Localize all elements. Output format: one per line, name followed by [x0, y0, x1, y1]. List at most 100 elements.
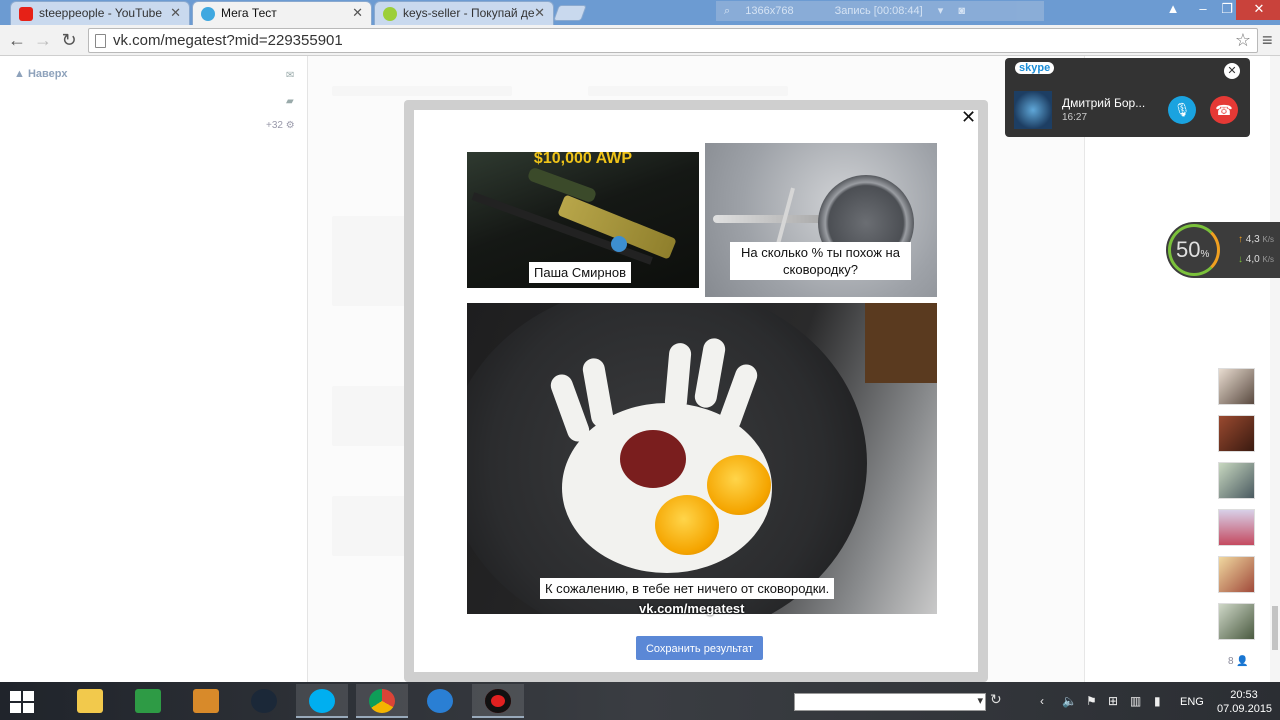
circles-app-icon: [427, 689, 453, 713]
scroll-top-label: Наверх: [27, 68, 68, 80]
close-icon[interactable]: ✕: [352, 2, 363, 24]
taskbar-store[interactable]: [122, 684, 174, 718]
language-indicator[interactable]: ENG: [1180, 696, 1204, 708]
youtube-icon: [19, 7, 33, 21]
friend-avatar[interactable]: [1218, 556, 1255, 593]
chevron-down-icon[interactable]: ▾: [977, 694, 983, 707]
address-bar[interactable]: vk.com/megatest?mid=229355901 ☆: [88, 28, 1258, 53]
url-text: vk.com/megatest?mid=229355901: [113, 32, 343, 49]
tab-title: keys-seller - Покупай де: [403, 6, 535, 20]
eggs-image: [467, 303, 937, 614]
window-close-button[interactable]: ✕: [1236, 0, 1280, 20]
skype-logo: skype: [1015, 62, 1055, 74]
download-arrow-icon: ↓: [1238, 254, 1243, 265]
network-widget: 50% ↑ 4,3 K/s ↓ 4,0 K/s: [1166, 222, 1280, 278]
tab-youtube[interactable]: steeppeople - YouTube ✕: [10, 1, 190, 25]
battery-icon[interactable]: ▮: [1154, 694, 1161, 708]
windows-start-icon[interactable]: [10, 691, 34, 713]
friend-avatar[interactable]: [1218, 462, 1255, 499]
watermark: vk.com/megatest: [639, 601, 745, 616]
volume-icon[interactable]: 🔈: [1062, 694, 1077, 708]
pan-caption: На сколько % ты похож на сковородку?: [730, 242, 911, 280]
rifle-emblem: [611, 236, 627, 252]
bookmark-star-icon[interactable]: ☆: [1235, 30, 1251, 51]
upload-value: 4,3: [1245, 234, 1260, 245]
forward-button[interactable]: →: [32, 29, 54, 51]
taskbar-steam[interactable]: [238, 684, 290, 718]
tab-keys-seller[interactable]: keys-seller - Покупай де ✕: [374, 1, 554, 25]
network-tray-icon[interactable]: ▥: [1130, 694, 1141, 708]
friends-online-count: 8: [1228, 656, 1234, 667]
caller-name: Дмитрий Бор...: [1062, 96, 1146, 110]
load-percent-value: 50: [1176, 237, 1201, 262]
load-percent: 50%: [1176, 237, 1209, 263]
tab-megatest[interactable]: Мега Тест ✕: [192, 1, 372, 25]
camera-icon[interactable]: ◙: [958, 5, 965, 17]
taskbar-csgo[interactable]: [180, 684, 232, 718]
tray-arrow-icon[interactable]: ‹: [1040, 694, 1044, 708]
wooden-dish: [865, 303, 937, 383]
close-icon[interactable]: ✕: [1224, 63, 1240, 79]
browser-toolbar: ← → ↻ vk.com/megatest?mid=229355901 ☆ ≡: [0, 25, 1280, 56]
microphone-icon[interactable]: 🎙: [1168, 96, 1196, 124]
taskbar-chrome[interactable]: [356, 684, 408, 718]
taskbar-recorder[interactable]: [472, 684, 524, 718]
close-icon[interactable]: ✕: [534, 2, 545, 24]
taskbar-app[interactable]: [414, 684, 466, 718]
chrome-icon: [369, 689, 395, 713]
percent-sign: %: [1200, 249, 1210, 260]
page-scrollbar[interactable]: [1270, 56, 1280, 682]
taskbar-file-explorer[interactable]: [64, 684, 116, 718]
upload-speed: ↑ 4,3 K/s: [1238, 234, 1274, 245]
recording-resolution: 1366x768: [745, 5, 794, 17]
friend-avatar[interactable]: [1218, 603, 1255, 640]
notifications-counter[interactable]: +32 ⚙: [266, 120, 295, 131]
system-clock[interactable]: 20:53 07.09.2015: [1217, 688, 1272, 716]
chevron-down-icon[interactable]: ▾: [938, 5, 944, 17]
folder-icon: [77, 689, 103, 713]
friend-avatar[interactable]: [1218, 509, 1255, 546]
upload-arrow-icon: ↑: [1238, 234, 1243, 245]
tab-title: steeppeople - YouTube: [39, 6, 162, 20]
save-result-button[interactable]: Сохранить результат: [636, 636, 763, 660]
record-icon: [485, 689, 511, 713]
browser-tab-strip: steeppeople - YouTube ✕ Мега Тест ✕ keys…: [0, 0, 1280, 25]
menu-icon[interactable]: ≡: [1262, 30, 1273, 51]
user-icon: 👤: [1236, 656, 1249, 667]
reload-button[interactable]: ↻: [58, 29, 80, 51]
refresh-icon[interactable]: ↻: [990, 691, 1002, 708]
windows-icon[interactable]: ⊞: [1108, 694, 1118, 708]
messages-icon[interactable]: ✉: [286, 70, 298, 81]
new-tab-button[interactable]: [553, 5, 587, 21]
close-icon[interactable]: ✕: [170, 2, 181, 24]
awp-caption: Паша Смирнов: [529, 262, 631, 283]
friend-avatar[interactable]: [1218, 368, 1255, 405]
comments-icon[interactable]: ▰: [286, 96, 298, 107]
tab-title: Мега Тест: [221, 6, 277, 20]
scrollbar-thumb[interactable]: [1272, 606, 1278, 650]
speed-unit: K/s: [1262, 235, 1275, 244]
call-time: 16:27: [1062, 112, 1088, 123]
user-icon[interactable]: ▲: [1158, 0, 1188, 20]
steam-icon: [251, 689, 277, 713]
taskbar-address-field[interactable]: ▾: [794, 693, 986, 711]
taskbar-skype[interactable]: [296, 684, 348, 718]
egg-yolk: [707, 455, 771, 515]
flag-icon[interactable]: ⚑: [1086, 694, 1097, 708]
search-icon: ⌕: [724, 5, 731, 17]
rifle-scope: [526, 166, 598, 204]
hang-up-icon[interactable]: ☎: [1210, 96, 1238, 124]
friend-avatar[interactable]: [1218, 415, 1255, 452]
back-button[interactable]: ←: [6, 29, 28, 51]
skype-icon: [309, 689, 335, 713]
speed-unit: K/s: [1262, 255, 1275, 264]
notification-count: +32: [266, 120, 283, 131]
clock-time: 20:53: [1230, 689, 1258, 701]
download-speed: ↓ 4,0 K/s: [1238, 254, 1274, 265]
result-caption: К сожалению, в тебе нет ничего от сковор…: [540, 578, 835, 599]
page-icon: [95, 34, 106, 48]
scroll-top-link[interactable]: ▲ Наверх: [14, 68, 67, 80]
close-icon[interactable]: ✕: [961, 107, 976, 128]
friends-online[interactable]: 8 👤: [1228, 656, 1249, 667]
egg-yolk: [655, 495, 719, 555]
